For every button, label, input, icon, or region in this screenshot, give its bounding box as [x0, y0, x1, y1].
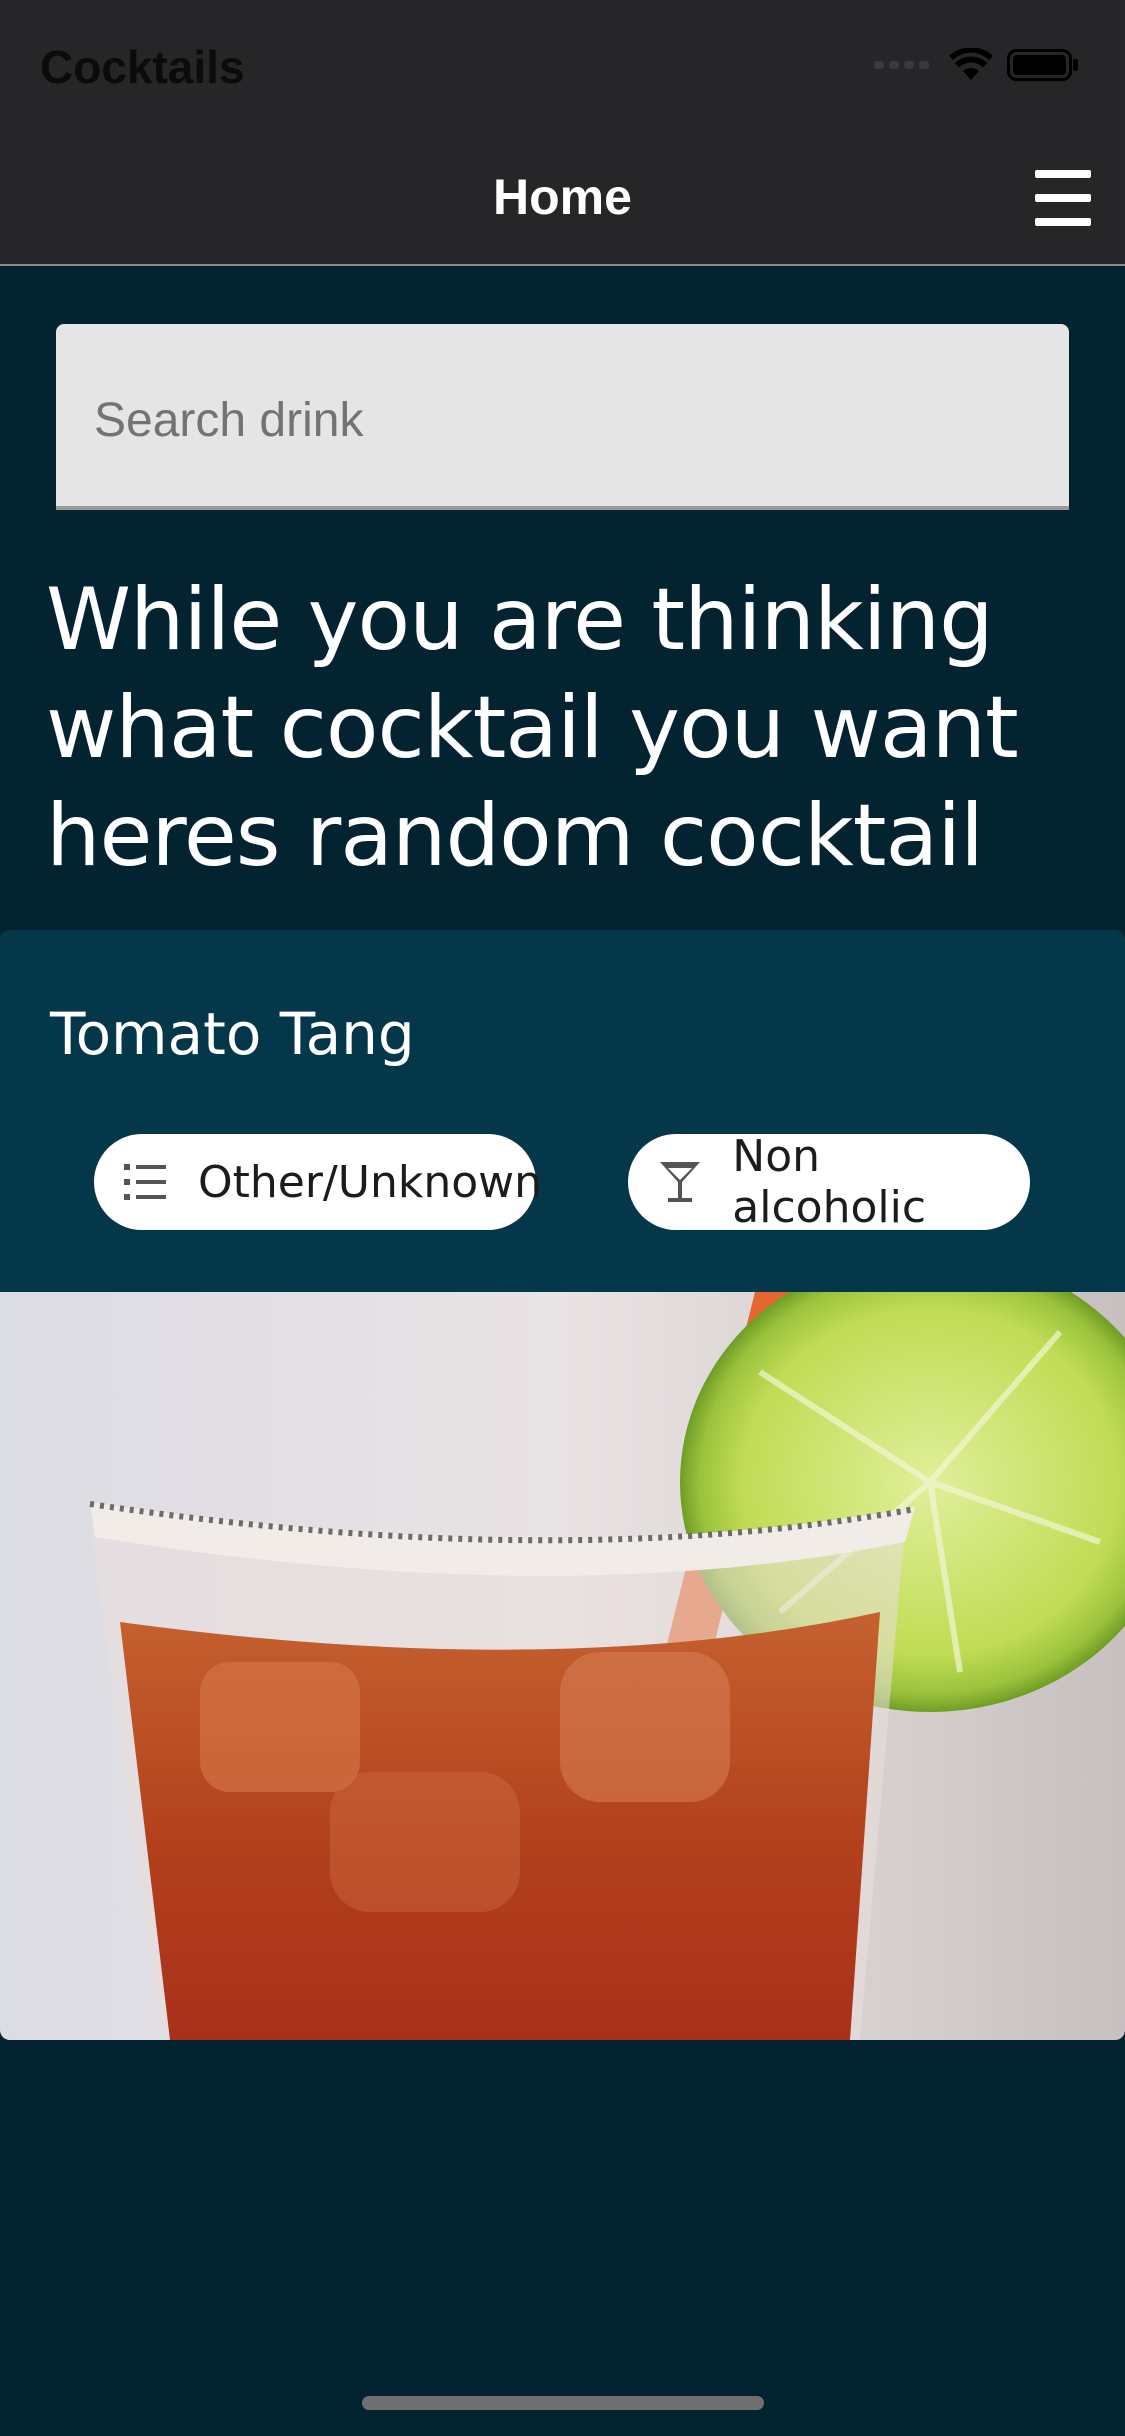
- wifi-icon: [949, 48, 993, 80]
- home-indicator[interactable]: [362, 2396, 764, 2410]
- status-icons: [874, 48, 1079, 82]
- alcoholic-chip[interactable]: Non alcoholic: [628, 1131, 1030, 1233]
- intro-text: While you are thinking what cocktail you…: [46, 570, 1019, 886]
- page-title: Home: [493, 169, 632, 225]
- alcoholic-label: Non alcoholic: [732, 1131, 927, 1233]
- cocktail-name: Tomato Tang: [50, 1000, 415, 1068]
- list-icon: [124, 1157, 168, 1207]
- cellular-signal-icon: [874, 61, 929, 69]
- random-cocktail-card[interactable]: Tomato Tang Other/Unknown Non alcoholic: [0, 930, 1125, 2040]
- nav-bar: Home: [0, 132, 1125, 266]
- category-label: Other/Unknown: [198, 1156, 543, 1208]
- status-app-name: Cocktails: [40, 41, 245, 93]
- battery-icon: [1007, 49, 1078, 81]
- hamburger-menu-icon[interactable]: [1035, 170, 1095, 226]
- search-input[interactable]: [92, 392, 996, 449]
- category-chip[interactable]: Other/Unknown: [94, 1134, 542, 1230]
- search-field[interactable]: [56, 324, 1069, 510]
- status-bar: Cocktails: [0, 0, 1125, 132]
- drink-photo[interactable]: [0, 1292, 1125, 2040]
- cocktail-glass-icon: [658, 1157, 702, 1207]
